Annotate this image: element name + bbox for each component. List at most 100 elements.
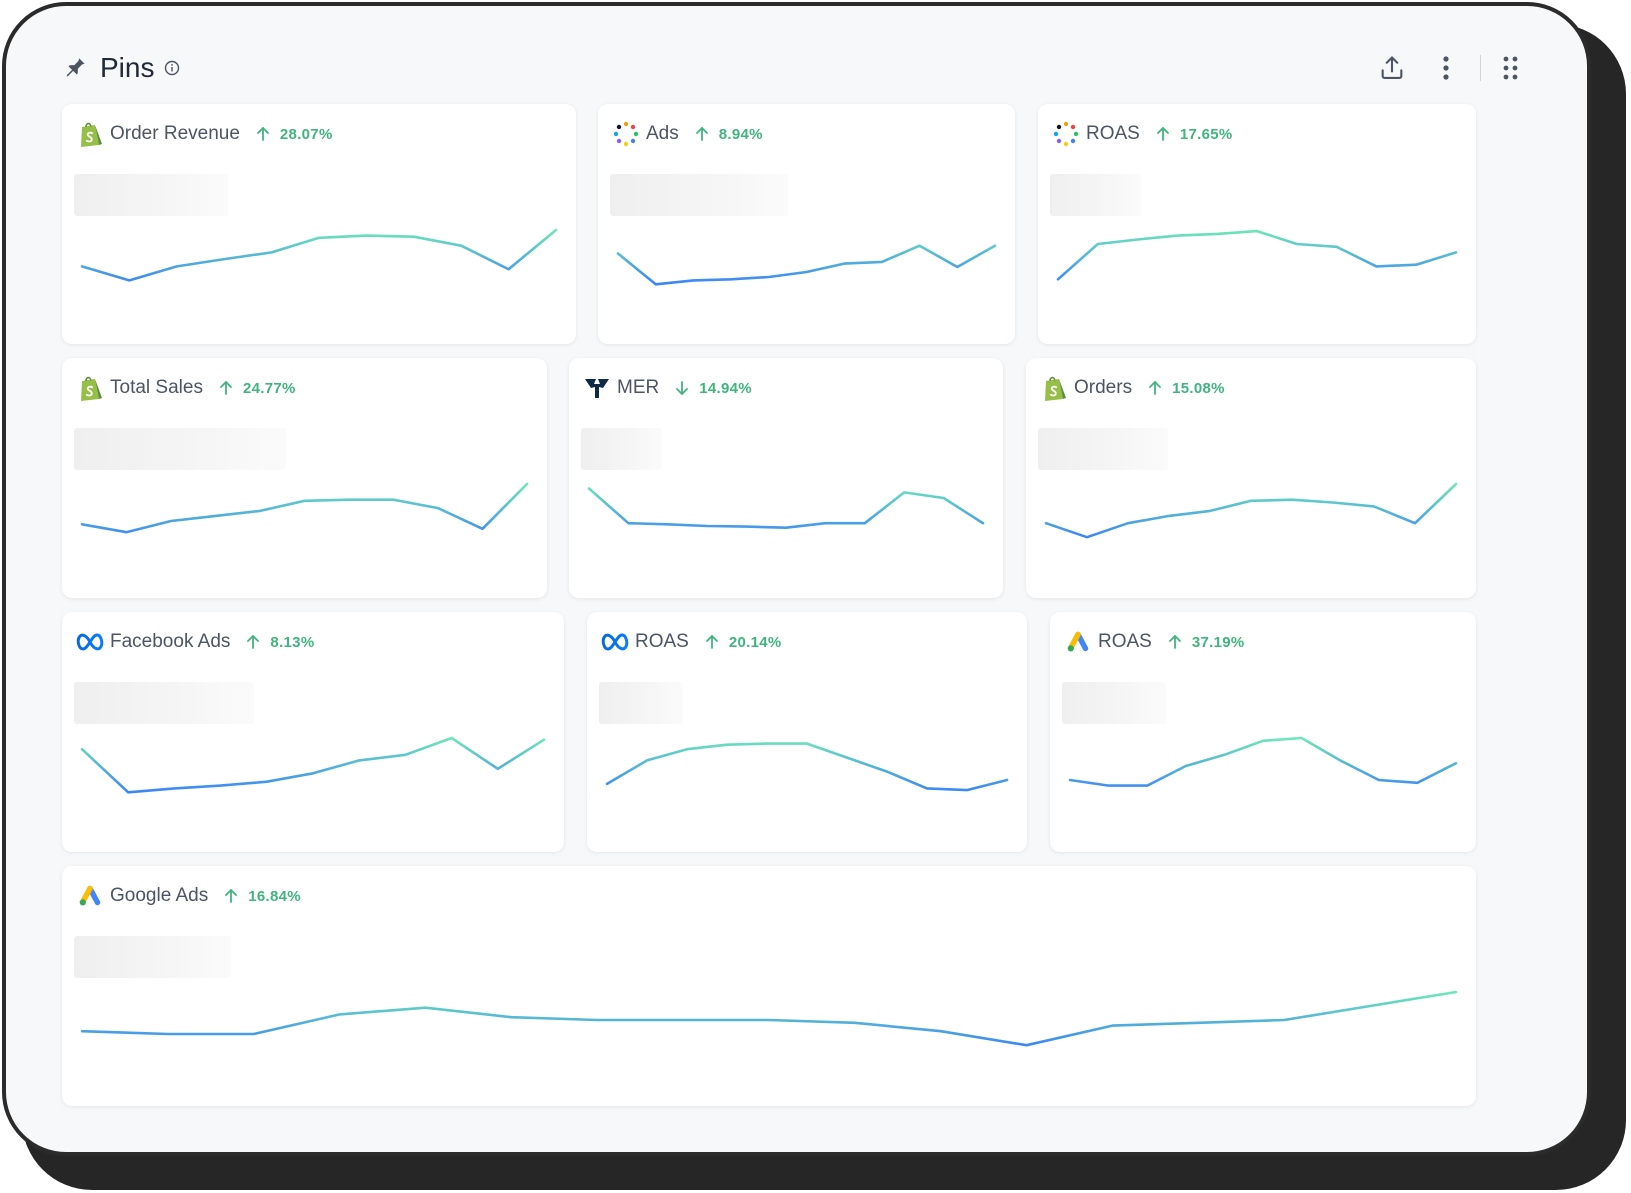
info-icon[interactable] — [164, 59, 182, 77]
shopify-icon — [76, 374, 104, 402]
trend: 24.77% — [219, 380, 296, 397]
sparkline-series — [80, 482, 529, 534]
value-skeleton — [599, 682, 683, 724]
card-title: MER — [617, 377, 660, 398]
card-header: Order Revenue 28.07% — [76, 120, 333, 148]
sparkline — [80, 990, 1458, 1047]
sparkline-series — [1056, 229, 1458, 281]
grid-icon — [1503, 56, 1518, 80]
card-title: Google Ads — [110, 885, 209, 906]
more-options-button[interactable] — [1426, 48, 1466, 88]
value-skeleton — [1050, 174, 1141, 216]
value-skeleton — [74, 682, 254, 724]
arrow-up-icon — [695, 126, 711, 142]
sparkline-series — [587, 487, 985, 530]
trend-percent: 37.19% — [1191, 633, 1245, 651]
trend: 20.14% — [705, 634, 782, 651]
dots-icon — [1052, 120, 1080, 148]
card-title: Order Revenue — [110, 123, 240, 144]
header-divider — [1480, 55, 1481, 81]
sparkline — [1068, 736, 1458, 787]
pins-header: Pins — [62, 48, 1531, 88]
arrow-down-icon — [675, 380, 691, 396]
trend-percent: 17.65% — [1179, 125, 1233, 143]
card-header: Facebook Ads 8.13% — [76, 628, 314, 656]
trend-percent: 8.13% — [270, 633, 315, 651]
arrow-up-icon — [246, 634, 262, 650]
arrow-up-icon — [1156, 126, 1172, 142]
card-header: Google Ads 16.84% — [76, 882, 301, 910]
google-ads-icon — [1064, 628, 1092, 656]
shopify-icon — [76, 120, 104, 148]
sparkline-series — [80, 228, 558, 282]
card-title: ROAS — [1098, 631, 1152, 652]
card-title: Facebook Ads — [110, 631, 231, 652]
value-skeleton — [74, 428, 286, 470]
tw-icon — [583, 374, 611, 402]
trend-percent: 24.77% — [242, 379, 296, 397]
sparkline — [616, 244, 997, 286]
card-header: ROAS 20.14% — [601, 628, 782, 656]
card-title: Orders — [1074, 377, 1133, 398]
pin-card-orders[interactable]: Orders 15.08% — [1026, 358, 1476, 598]
dots-icon — [612, 120, 640, 148]
sparkline-series — [1044, 482, 1458, 539]
pin-card-mer[interactable]: MER 14.94% — [569, 358, 1003, 598]
sparkline — [605, 742, 1009, 792]
card-header: Ads 8.94% — [612, 120, 763, 148]
header-actions — [1372, 48, 1531, 88]
arrow-up-icon — [1148, 380, 1164, 396]
card-header: MER 14.94% — [583, 374, 752, 402]
trend: 28.07% — [256, 126, 333, 143]
card-header: Total Sales 24.77% — [76, 374, 296, 402]
pin-card-ads[interactable]: Ads 8.94% — [598, 104, 1015, 344]
upload-icon — [1381, 56, 1403, 79]
value-skeleton — [1062, 682, 1166, 724]
arrow-up-icon — [224, 888, 240, 904]
trend-percent: 28.07% — [279, 125, 333, 143]
pin-card-facebook-ads[interactable]: Facebook Ads 8.13% — [62, 612, 564, 852]
sparkline — [80, 228, 558, 282]
apps-grid-button[interactable] — [1491, 48, 1531, 88]
trend: 17.65% — [1156, 126, 1233, 143]
card-title: Ads — [646, 123, 679, 144]
sparkline-series — [80, 990, 1458, 1047]
trend: 8.13% — [246, 634, 314, 651]
trend-percent: 20.14% — [728, 633, 782, 651]
card-header: ROAS 17.65% — [1052, 120, 1233, 148]
sparkline-series — [616, 244, 997, 286]
export-button[interactable] — [1372, 48, 1412, 88]
pin-card-google-ads[interactable]: Google Ads 16.84% — [62, 866, 1476, 1106]
trend: 8.94% — [695, 126, 763, 143]
pin-card-total-sales[interactable]: Total Sales 24.77% — [62, 358, 547, 598]
sparkline — [80, 482, 529, 534]
sparkline — [587, 487, 985, 530]
trend: 16.84% — [224, 888, 301, 905]
page-title: Pins — [100, 52, 155, 83]
pin-icon — [62, 55, 88, 81]
pin-card-roas-1[interactable]: ROAS 17.65% — [1038, 104, 1476, 344]
sparkline-series — [605, 742, 1009, 792]
trend-percent: 16.84% — [248, 887, 301, 905]
value-skeleton — [74, 174, 228, 216]
sparkline — [1056, 229, 1458, 281]
meta-icon — [601, 628, 629, 656]
pin-card-roas-3[interactable]: ROAS 37.19% — [1050, 612, 1476, 852]
value-skeleton — [1038, 428, 1168, 470]
trend: 15.08% — [1148, 380, 1225, 397]
sparkline-series — [1068, 736, 1458, 787]
pin-card-order-revenue[interactable]: Order Revenue 28.07% — [62, 104, 576, 344]
sparkline — [1044, 482, 1458, 539]
trend: 37.19% — [1168, 634, 1245, 651]
trend-percent: 15.08% — [1172, 379, 1225, 397]
pin-card-roas-2[interactable]: ROAS 20.14% — [587, 612, 1027, 852]
card-title: Total Sales — [110, 377, 203, 398]
card-title: ROAS — [635, 631, 689, 652]
value-skeleton — [581, 428, 662, 470]
shopify-icon — [1040, 374, 1068, 402]
more-vertical-icon — [1443, 56, 1449, 80]
value-skeleton — [74, 936, 231, 978]
sparkline-series — [80, 736, 546, 794]
trend: 14.94% — [675, 380, 752, 397]
trend-percent: 8.94% — [718, 125, 763, 143]
